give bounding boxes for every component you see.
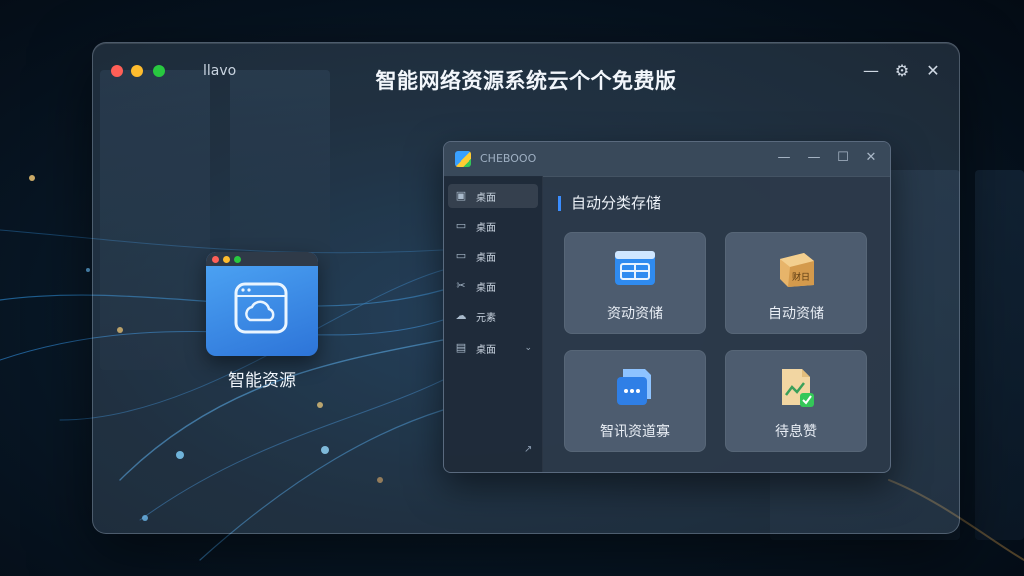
app-logo-icon bbox=[455, 151, 471, 167]
card-label: 待息赞 bbox=[775, 424, 817, 440]
main-window-title: 智能网络资源系统云个个免费版 bbox=[375, 69, 677, 93]
box-icon: 财日 bbox=[780, 253, 814, 287]
sidebar-item-label: 桌面 bbox=[476, 192, 496, 204]
green-dot-icon bbox=[234, 256, 241, 263]
image-icon: ▣ bbox=[455, 189, 467, 202]
sidebar-item-label: 桌面 bbox=[476, 282, 496, 294]
sidebar-item-3[interactable]: ▭ 桌面 bbox=[448, 244, 538, 268]
sidebar-item-1[interactable]: ▣ 桌面 bbox=[448, 184, 538, 208]
storage-card-3[interactable]: 智讯资道寡 bbox=[564, 350, 706, 452]
folder-icon: ▭ bbox=[455, 249, 467, 262]
inner-window-titlebar: CHEBOOO — — ☐ ✕ bbox=[444, 142, 890, 177]
close-icon[interactable]: ✕ bbox=[863, 150, 879, 166]
cloud-icon: ☁ bbox=[455, 309, 467, 322]
icon-titlebar bbox=[206, 252, 318, 266]
chat-folder-icon bbox=[617, 369, 651, 405]
card-label: 自动资储 bbox=[768, 306, 824, 322]
chart-doc-icon bbox=[782, 369, 814, 407]
card-label: 资动资储 bbox=[607, 306, 663, 322]
sidebar-footer-icon[interactable]: ↗ bbox=[524, 444, 532, 455]
inner-window-title: CHEBOOO bbox=[480, 152, 537, 165]
sidebar-item-label: 桌面 bbox=[476, 252, 496, 264]
storage-card-2[interactable]: 财日 自动资储 bbox=[725, 232, 867, 334]
card-label: 智讯资道寡 bbox=[600, 424, 670, 440]
minimize-button[interactable]: — bbox=[861, 61, 881, 81]
sidebar-item-6[interactable]: ▤ 桌面 ⌄ bbox=[448, 336, 538, 360]
sidebar: ▣ 桌面 ▭ 桌面 ▭ 桌面 ✂ 桌面 ☁ 元素 ▤ 桌面 ⌄ ↗ bbox=[444, 176, 543, 472]
window-app-icon bbox=[615, 251, 655, 285]
maximize-icon[interactable]: ☐ bbox=[835, 150, 851, 166]
settings-gear-icon[interactable]: ⚙ bbox=[892, 61, 912, 81]
sidebar-item-label: 元素 bbox=[476, 312, 496, 324]
red-dot-icon bbox=[212, 256, 219, 263]
yellow-dot-icon bbox=[223, 256, 230, 263]
sidebar-item-2[interactable]: ▭ 桌面 bbox=[448, 214, 538, 238]
svg-text:财日: 财日 bbox=[792, 271, 810, 283]
storage-card-4[interactable]: 待息赞 bbox=[725, 350, 867, 452]
minimize-icon[interactable]: — bbox=[776, 150, 792, 166]
cloud-window-icon bbox=[234, 282, 288, 334]
sidebar-item-label: 桌面 bbox=[476, 344, 496, 356]
close-button[interactable]: ✕ bbox=[923, 61, 943, 81]
chevron-down-icon: ⌄ bbox=[524, 343, 532, 353]
section-heading: 自动分类存储 bbox=[558, 196, 661, 211]
desktop-icon-label: 智能资源 bbox=[228, 371, 296, 391]
document-icon: ▤ bbox=[455, 341, 467, 354]
desktop-app-icon[interactable] bbox=[206, 252, 318, 356]
storage-card-1[interactable]: 资动资储 bbox=[564, 232, 706, 334]
restore-icon[interactable]: — bbox=[806, 150, 822, 166]
sidebar-item-label: 桌面 bbox=[476, 222, 496, 234]
tools-icon: ✂ bbox=[456, 279, 466, 292]
folder-icon: ▭ bbox=[455, 219, 467, 232]
inner-app-window: CHEBOOO — — ☐ ✕ ▣ 桌面 ▭ 桌面 ▭ 桌面 ✂ 桌面 ☁ 元素… bbox=[443, 141, 891, 473]
sidebar-item-4[interactable]: ✂ 桌面 bbox=[448, 274, 538, 298]
sidebar-item-5[interactable]: ☁ 元素 bbox=[448, 304, 538, 328]
